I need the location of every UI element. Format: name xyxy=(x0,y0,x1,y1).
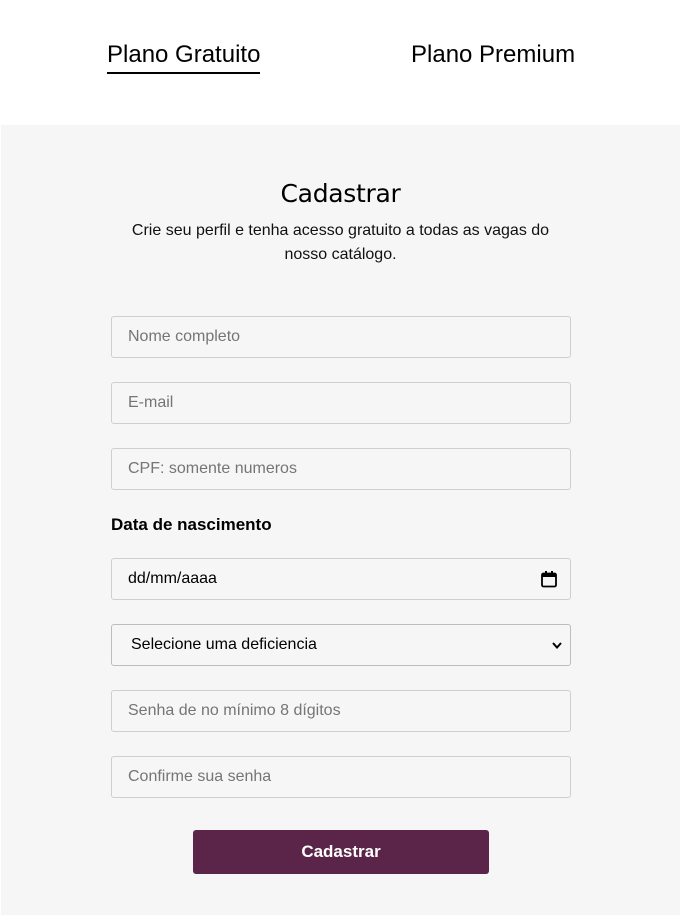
confirm-password-input[interactable] xyxy=(111,756,571,798)
submit-button[interactable]: Cadastrar xyxy=(193,830,489,874)
calendar-icon[interactable] xyxy=(540,570,558,588)
password-input[interactable] xyxy=(111,690,571,732)
disability-selected-value: Selecione uma deficiencia xyxy=(131,636,317,653)
tab-plano-gratuito[interactable]: Plano Gratuito xyxy=(107,40,261,74)
form-subtitle: Crie seu perfil e tenha acesso gratuito … xyxy=(131,222,550,263)
disability-select[interactable]: Selecione uma deficiencia xyxy=(111,624,571,666)
plan-tabs: Plano Gratuito Plano Premium xyxy=(0,0,680,125)
signup-panel: Cadastrar Crie seu perfil e tenha acesso… xyxy=(1,125,680,915)
email-input[interactable] xyxy=(111,382,571,424)
full-name-input[interactable] xyxy=(111,316,571,358)
tab-plano-premium[interactable]: Plano Premium xyxy=(411,40,575,70)
birth-date-label: Data de nascimento xyxy=(111,515,272,534)
chevron-down-icon xyxy=(550,638,564,652)
form-title: Cadastrar xyxy=(280,179,401,208)
birth-date-value: dd/mm/aaaa xyxy=(128,570,217,587)
birth-date-input[interactable]: dd/mm/aaaa xyxy=(111,558,571,600)
cpf-input[interactable] xyxy=(111,448,571,490)
